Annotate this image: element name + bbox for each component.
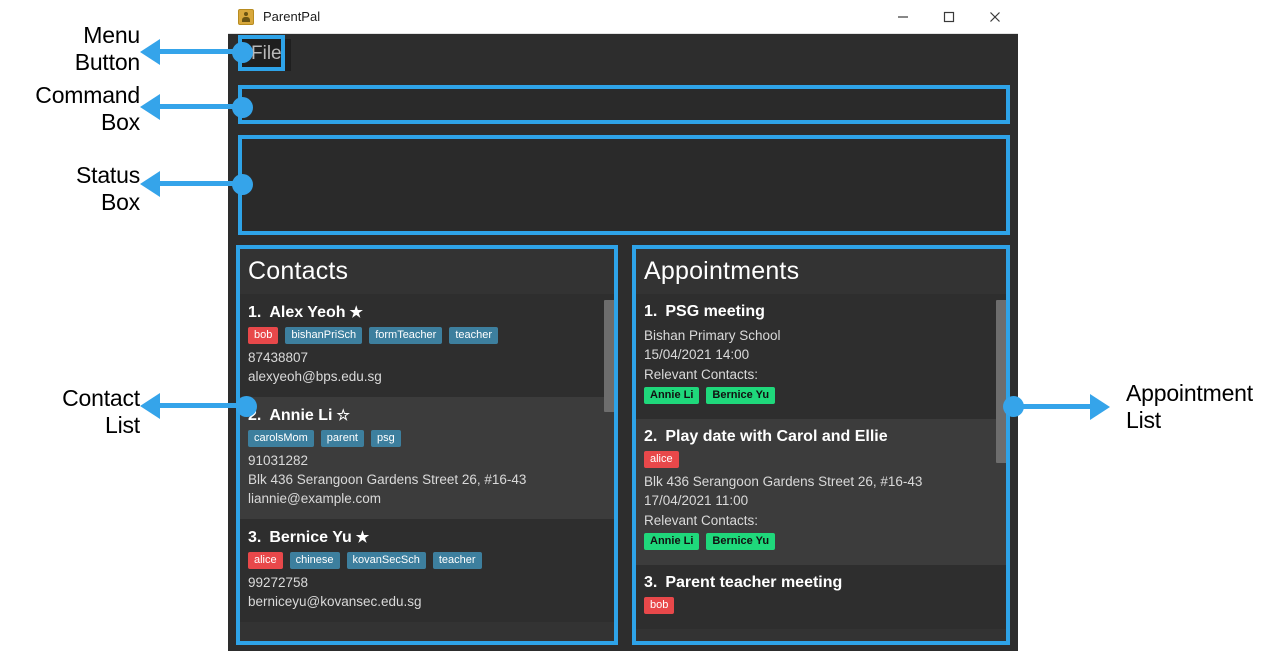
arrow-head-appointment-list <box>1090 394 1110 420</box>
relevant-contacts-label: Relevant Contacts: <box>644 367 759 382</box>
tag-Bernice Yu: Bernice Yu <box>706 533 776 550</box>
arrow-dot-contact-list <box>236 396 257 417</box>
arrow-head-menu-button <box>140 39 160 65</box>
arrow-dot-menu-button <box>232 42 253 63</box>
contact-email: berniceyu@kovansec.edu.sg <box>248 594 422 609</box>
tag-alice: alice <box>248 552 283 569</box>
arrow-line-appointment-list <box>1014 404 1092 409</box>
arrow-line-contact-list <box>158 403 248 408</box>
tag-kovanSecSch: kovanSecSch <box>346 552 426 569</box>
window-controls <box>880 0 1018 33</box>
arrow-dot-status-box <box>232 174 253 195</box>
relevant-contacts: Annie Li Bernice Yu <box>644 533 998 550</box>
appointments-scroll-thumb[interactable] <box>996 300 1007 463</box>
contacts-scroll-thumb[interactable] <box>604 300 615 412</box>
tag-parent: parent <box>320 430 364 447</box>
minimize-button[interactable] <box>880 0 926 33</box>
appointments-panel: Appointments 1. PSG meeting Bishan Primary… <box>632 245 1010 645</box>
tag-formTeacher: formTeacher <box>369 327 443 344</box>
tag-Annie Li: Annie Li <box>644 533 700 550</box>
tag-teacher: teacher <box>449 327 499 344</box>
arrow-head-command-box <box>140 94 160 120</box>
star-filled-icon[interactable]: ★ <box>356 529 369 546</box>
contact-name: 2. Annie Li ☆ <box>248 407 350 424</box>
appointments-panel-title: Appointments <box>644 257 800 285</box>
appointment-index: 2. <box>644 428 658 445</box>
contact-email: alexyeoh@bps.edu.sg <box>248 369 382 384</box>
tag-Bernice Yu: Bernice Yu <box>706 387 776 404</box>
arrow-dot-command-box <box>232 97 253 118</box>
annotation-label-appointment-list: Appointment List <box>1126 380 1253 433</box>
close-button[interactable] <box>972 0 1018 33</box>
appointment-name: 2. Play date with Carol and Ellie <box>644 428 888 445</box>
tag-bob: bob <box>644 597 675 614</box>
contact-name: 3. Bernice Yu ★ <box>248 529 370 546</box>
contact-phone: 91031282 <box>248 453 309 468</box>
star-outline-icon[interactable]: ☆ <box>336 407 349 424</box>
status-box <box>238 135 1010 235</box>
contacts-scrollbar[interactable] <box>604 300 615 645</box>
appointment-tags: bob <box>644 597 998 614</box>
annotation-label-contact-list: Contact List <box>62 385 140 438</box>
tag-psg: psg <box>371 430 401 447</box>
contact-name: 1. Alex Yeoh ★ <box>248 304 363 321</box>
contact-phone: 87438807 <box>248 350 309 365</box>
arrow-head-status-box <box>140 171 160 197</box>
tag-teacher: teacher <box>432 552 482 569</box>
appointments-scrollbar[interactable] <box>996 300 1007 645</box>
contact-tags: carolsMom parent psg <box>248 430 606 447</box>
app-window: ParentPal File Contacts 1. Alex Yeoh ★ bob b… <box>228 0 1018 651</box>
appointment-tags: alice <box>644 451 998 468</box>
relevant-contacts-label: Relevant Contacts: <box>644 513 759 528</box>
contact-tags: alice chinese kovanSecSch teacher <box>248 552 606 569</box>
arrow-head-contact-list <box>140 393 160 419</box>
appointment-list-item[interactable]: 3. Parent teacher meeting bob <box>632 565 1010 629</box>
contact-index: 1. <box>248 304 262 321</box>
contacts-panel: Contacts 1. Alex Yeoh ★ bob bishanPriSch form… <box>236 245 618 645</box>
tag-bob: bob <box>248 327 279 344</box>
contact-address: Blk 436 Serangoon Gardens Street 26, #16… <box>248 472 527 487</box>
appointment-list-item[interactable]: 1. PSG meeting Bishan Primary School 15/04/… <box>632 294 1010 419</box>
contact-index: 3. <box>248 529 262 546</box>
appointment-location: Bishan Primary School <box>644 328 781 343</box>
star-filled-icon[interactable]: ★ <box>350 304 363 321</box>
tag-chinese: chinese <box>289 552 340 569</box>
appointment-list-item[interactable]: 2. Play date with Carol and Ellie alice Blk… <box>632 419 1010 565</box>
contact-list[interactable]: 1. Alex Yeoh ★ bob bishanPriSch formTeacher te… <box>236 294 618 645</box>
contact-email: liannie@example.com <box>248 491 382 506</box>
annotation-label-status-box: Status Box <box>75 162 140 215</box>
contacts-panel-title: Contacts <box>248 257 349 285</box>
command-box[interactable] <box>238 85 1010 124</box>
window-title: ParentPal <box>263 9 321 24</box>
tag-Annie Li: Annie Li <box>644 387 700 404</box>
annotation-label-command-box: Command Box <box>35 82 140 135</box>
tag-carolsMom: carolsMom <box>248 430 314 447</box>
contact-list-item[interactable]: 2. Annie Li ☆ carolsMom parent psg 91031282 Blk… <box>236 397 618 519</box>
tag-bishanPriSch: bishanPriSch <box>285 327 363 344</box>
menu-bar: File <box>228 34 1018 76</box>
maximize-button[interactable] <box>926 0 972 33</box>
appointment-index: 3. <box>644 574 658 591</box>
appointment-datetime: 15/04/2021 14:00 <box>644 347 750 362</box>
contact-list-item[interactable]: 1. Alex Yeoh ★ bob bishanPriSch formTeacher te… <box>236 294 618 397</box>
tag-alice: alice <box>644 451 679 468</box>
annotation-label-menu-button: Menu Button <box>74 22 140 75</box>
title-bar: ParentPal <box>228 0 1018 34</box>
appointment-datetime: 17/04/2021 11:00 <box>644 493 749 508</box>
contact-list-item[interactable]: 3. Bernice Yu ★ alice chinese kovanSecSch teac… <box>236 519 618 622</box>
appointment-list[interactable]: 1. PSG meeting Bishan Primary School 15/04/… <box>632 294 1010 645</box>
relevant-contacts: Annie Li Bernice Yu <box>644 387 998 404</box>
contact-phone: 99272758 <box>248 575 309 590</box>
appointment-location: Blk 436 Serangoon Gardens Street 26, #16… <box>644 474 923 489</box>
appointment-name: 1. PSG meeting <box>644 303 765 320</box>
appointment-name: 3. Parent teacher meeting <box>644 574 843 591</box>
person-card-icon <box>238 8 254 25</box>
appointment-index: 1. <box>644 303 658 320</box>
contact-tags: bob bishanPriSch formTeacher teacher <box>248 327 606 344</box>
